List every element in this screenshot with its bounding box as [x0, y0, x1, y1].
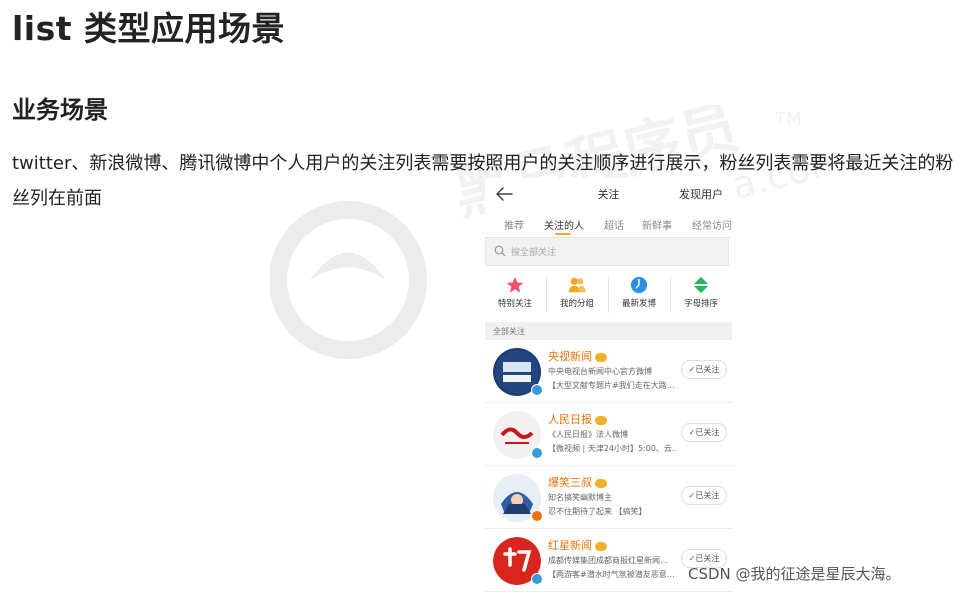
group-icon [568, 277, 586, 293]
tab-bar: 推荐 关注的人 超话 新鲜事 经常访问 [485, 211, 732, 238]
list-item[interactable]: 爆笑三叔 知名搞笑幽默博主 忍不住期待了起来 【搞笑】 ✓已关注 [485, 466, 732, 529]
user-name[interactable]: 央视新闻 [548, 348, 607, 364]
tab-following[interactable]: 关注的人 [544, 217, 584, 232]
tab-frequent[interactable]: 经常访问 [692, 217, 732, 232]
gold-v-icon [595, 541, 607, 551]
user-name[interactable]: 人民日报 [548, 411, 607, 427]
followed-button[interactable]: ✓已关注 [681, 486, 727, 505]
shortcut-label: 字母排序 [683, 299, 718, 309]
star-icon [506, 276, 524, 293]
user-name[interactable]: 红星新闻 [548, 537, 607, 553]
user-desc: 《人民日报》法人微博 [548, 430, 628, 439]
section-header-all-following: 全部关注 [485, 322, 732, 340]
tab-super-topic[interactable]: 超话 [604, 217, 624, 232]
verified-badge-icon [531, 384, 543, 396]
followed-button[interactable]: ✓已关注 [681, 423, 727, 442]
gold-v-icon [595, 415, 607, 425]
sort-icon [693, 276, 709, 294]
section-heading: 业务场景 [12, 96, 108, 124]
shortcut-label: 特别关注 [497, 299, 532, 309]
shortcut-label: 我的分组 [559, 299, 594, 309]
user-desc: 知名搞笑幽默博主 [548, 493, 612, 502]
shortcut-label: 最新发博 [621, 299, 656, 309]
search-placeholder: 搜全部关注 [511, 248, 557, 258]
gold-v-icon [595, 478, 607, 488]
tab-recommend[interactable]: 推荐 [504, 217, 524, 232]
followed-button[interactable]: ✓已关注 [681, 360, 727, 379]
verified-badge-icon [531, 447, 543, 459]
user-name[interactable]: 爆笑三叔 [548, 474, 607, 490]
shortcut-latest-posts[interactable]: 最新发博 [609, 273, 669, 317]
discover-users-link[interactable]: 发现用户 [679, 186, 723, 202]
shortcut-row: 特别关注 我的分组 最新发博 字母排序 [485, 273, 732, 317]
gold-v-icon [595, 352, 607, 362]
shortcut-my-groups[interactable]: 我的分组 [547, 273, 607, 317]
search-icon [494, 245, 506, 257]
user-desc: 成都传媒集团成都商报红星新闻… [548, 556, 668, 565]
tab-news[interactable]: 新鲜事 [642, 217, 672, 232]
search-box[interactable]: 搜全部关注 [485, 237, 729, 266]
section-label: 全部关注 [493, 327, 525, 336]
phone-nav-bar: 关注 发现用户 [485, 178, 732, 211]
user-desc: 中央电视台新闻中心官方微博 [548, 367, 652, 376]
user-latest-post: 【两游客#潜水时气氛被潜友恶意… [548, 570, 675, 579]
clock-icon [630, 276, 648, 294]
verified-badge-icon [531, 510, 543, 522]
page-title: list 类型应用场景 [12, 9, 286, 48]
watermark-tm: TM [774, 109, 802, 130]
user-latest-post: 【微视频 | 天津24小时】5:00、云… [548, 444, 676, 453]
list-item[interactable]: 人民日报 《人民日报》法人微博 【微视频 | 天津24小时】5:00、云… ✓已… [485, 403, 732, 466]
shortcut-alpha-sort[interactable]: 字母排序 [671, 273, 731, 317]
shortcut-special-follow[interactable]: 特别关注 [485, 273, 545, 317]
active-tab-indicator [555, 233, 571, 235]
csdn-watermark: CSDN @我的征途是星辰大海。 [688, 565, 901, 583]
user-latest-post: 【大型文献专题片#我们走在大路… [548, 381, 675, 390]
list-item[interactable]: 央视新闻 中央电视台新闻中心官方微博 【大型文献专题片#我们走在大路… ✓已关注 [485, 340, 732, 403]
user-latest-post: 忍不住期待了起来 【搞笑】 [548, 507, 647, 516]
weibo-follow-screen: 关注 发现用户 推荐 关注的人 超话 新鲜事 经常访问 搜全部关注 特别关注 我… [485, 178, 732, 593]
verified-badge-icon [531, 573, 543, 585]
